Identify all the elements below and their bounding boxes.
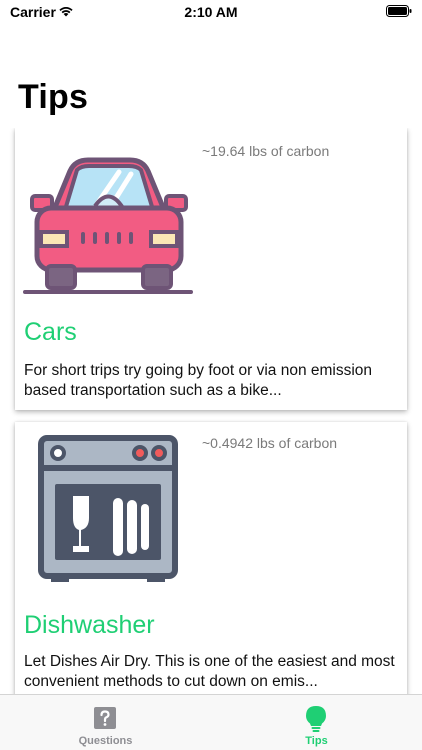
dishwasher-icon xyxy=(38,435,178,582)
tab-bar: Questions Tips xyxy=(0,694,422,750)
tip-title: Cars xyxy=(24,318,77,346)
carbon-amount-label: ~19.64 lbs of carbon xyxy=(202,143,330,159)
tip-card-dishwasher[interactable]: ~0.4942 lbs of carbon Dishwasher Let Dis… xyxy=(15,422,407,694)
tab-label: Tips xyxy=(305,735,328,747)
question-icon xyxy=(94,707,116,729)
clock-time: 2:10 AM xyxy=(184,4,238,20)
battery-icon xyxy=(386,5,412,17)
lightbulb-icon xyxy=(306,706,326,732)
tab-tips[interactable]: Tips xyxy=(211,695,422,750)
page-title: Tips xyxy=(18,78,89,116)
status-bar: Carrier 2:10 AM xyxy=(0,0,422,24)
car-icon xyxy=(23,157,193,294)
tip-description: For short trips try going by foot or via… xyxy=(24,362,373,399)
tips-list[interactable]: ~19.64 lbs of carbon Cars For short trip… xyxy=(0,128,422,694)
tab-label: Questions xyxy=(78,735,133,747)
carbon-amount-label: ~0.4942 lbs of carbon xyxy=(202,435,338,451)
tip-title: Dishwasher xyxy=(24,611,155,639)
tip-card-cars[interactable]: ~19.64 lbs of carbon Cars For short trip… xyxy=(15,128,407,410)
tip-description: Let Dishes Air Dry. This is one of the e… xyxy=(24,653,395,690)
tab-questions[interactable]: Questions xyxy=(0,695,211,750)
